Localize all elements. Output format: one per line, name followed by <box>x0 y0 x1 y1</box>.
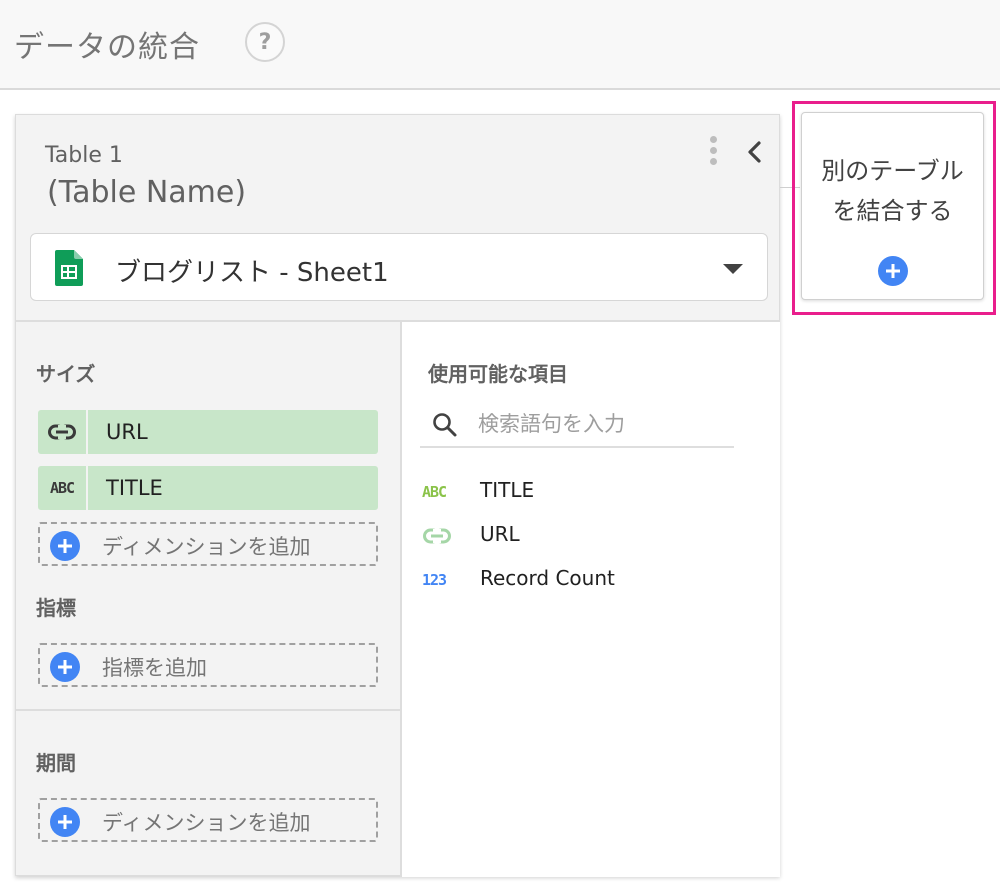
add-date-dimension-button[interactable]: ディメンションを追加 <box>38 798 378 842</box>
metrics-title: 指標 <box>36 596 76 620</box>
search-icon <box>432 412 458 442</box>
table-name[interactable]: (Table Name) <box>47 175 246 210</box>
add-dimension-button[interactable]: ディメンションを追加 <box>38 522 378 566</box>
help-button[interactable]: ? <box>245 22 285 62</box>
add-metric-button[interactable]: 指標を追加 <box>38 643 378 687</box>
dropdown-arrow-icon[interactable] <box>723 264 743 274</box>
dimension-chip-title[interactable]: ABC TITLE <box>38 466 378 510</box>
divider <box>16 709 400 711</box>
page-title: データの統合 <box>14 30 200 65</box>
field-label: TITLE <box>480 478 535 502</box>
link-icon <box>422 524 458 548</box>
table-label: Table 1 <box>45 143 123 168</box>
data-source-select[interactable]: ブログリスト - Sheet1 <box>30 233 768 301</box>
field-item-title[interactable]: ABC TITLE <box>422 476 752 508</box>
add-dimension-label: ディメンションを追加 <box>102 535 311 559</box>
field-label: Record Count <box>480 566 615 590</box>
dimensions-title: サイズ <box>36 362 96 386</box>
abc-text-icon: ABC <box>422 483 447 501</box>
add-icon <box>50 531 80 561</box>
google-sheets-icon <box>55 250 83 290</box>
add-metric-label: 指標を追加 <box>102 656 207 680</box>
field-label: URL <box>480 522 520 546</box>
field-item-url[interactable]: URL <box>422 520 752 552</box>
available-fields-pane: 使用可能な項目 ABC TITLE <box>400 322 780 877</box>
data-source-label: ブログリスト - Sheet1 <box>115 258 389 288</box>
add-icon <box>50 652 80 682</box>
add-icon <box>50 807 80 837</box>
number-icon: 123 <box>422 571 447 589</box>
dimension-chip-url[interactable]: URL <box>38 410 378 454</box>
config-pane: サイズ URL ABC TITLE ディメンションを追加 指標 指標を追加 期間… <box>16 322 400 877</box>
dimension-chip-label: TITLE <box>106 476 163 500</box>
join-table-label: 別のテーブル を結合する <box>821 157 964 225</box>
add-date-dimension-label: ディメンションを追加 <box>102 811 311 835</box>
date-range-title: 期間 <box>36 751 76 775</box>
available-fields-title: 使用可能な項目 <box>428 362 568 386</box>
collapse-chevron-icon[interactable] <box>742 137 766 167</box>
join-table-button[interactable]: 別のテーブル を結合する <box>801 112 984 300</box>
dimension-chip-label: URL <box>106 420 148 444</box>
search-input[interactable] <box>478 408 728 440</box>
add-icon <box>878 256 908 286</box>
field-item-record-count[interactable]: 123 Record Count <box>422 564 752 596</box>
more-options-icon[interactable] <box>706 133 720 171</box>
abc-text-icon: ABC <box>38 466 88 510</box>
table-card: Table 1 (Table Name) ブログリスト - Sheet1 サイズ <box>15 114 780 877</box>
link-icon <box>38 410 88 454</box>
header-bar: データの統合 ? <box>0 0 1000 90</box>
field-search <box>420 402 734 448</box>
